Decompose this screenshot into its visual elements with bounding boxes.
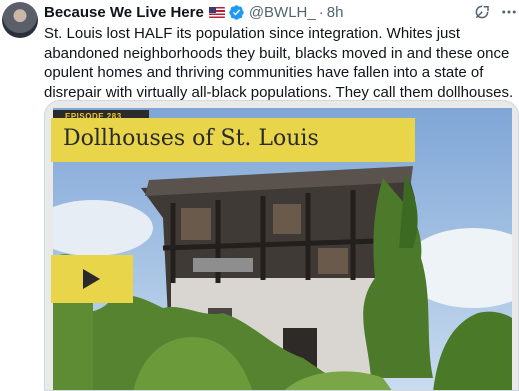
title-banner: Dollhouses of St. Louis xyxy=(51,118,415,162)
verified-badge-icon xyxy=(229,4,244,20)
more-options-icon[interactable] xyxy=(500,3,518,21)
media-title: Dollhouses of St. Louis xyxy=(63,126,319,151)
avatar[interactable] xyxy=(2,2,38,38)
play-icon xyxy=(83,269,100,289)
separator-dot: · xyxy=(318,3,324,21)
media-card[interactable]: EPISODE 283 Dollhouses of St. Louis xyxy=(44,100,519,391)
author-handle[interactable]: @BWLH_ xyxy=(249,4,316,21)
us-flag-icon xyxy=(208,6,225,18)
tweet-text: St. Louis lost HALF its population since… xyxy=(44,25,514,101)
play-button[interactable] xyxy=(51,255,133,303)
author-name[interactable]: Because We Live Here xyxy=(44,4,204,21)
timestamp[interactable]: 8h xyxy=(327,4,344,21)
tweet-header: Because We Live Here @BWLH_ · 8h xyxy=(44,3,343,21)
grok-icon[interactable] xyxy=(473,3,491,21)
